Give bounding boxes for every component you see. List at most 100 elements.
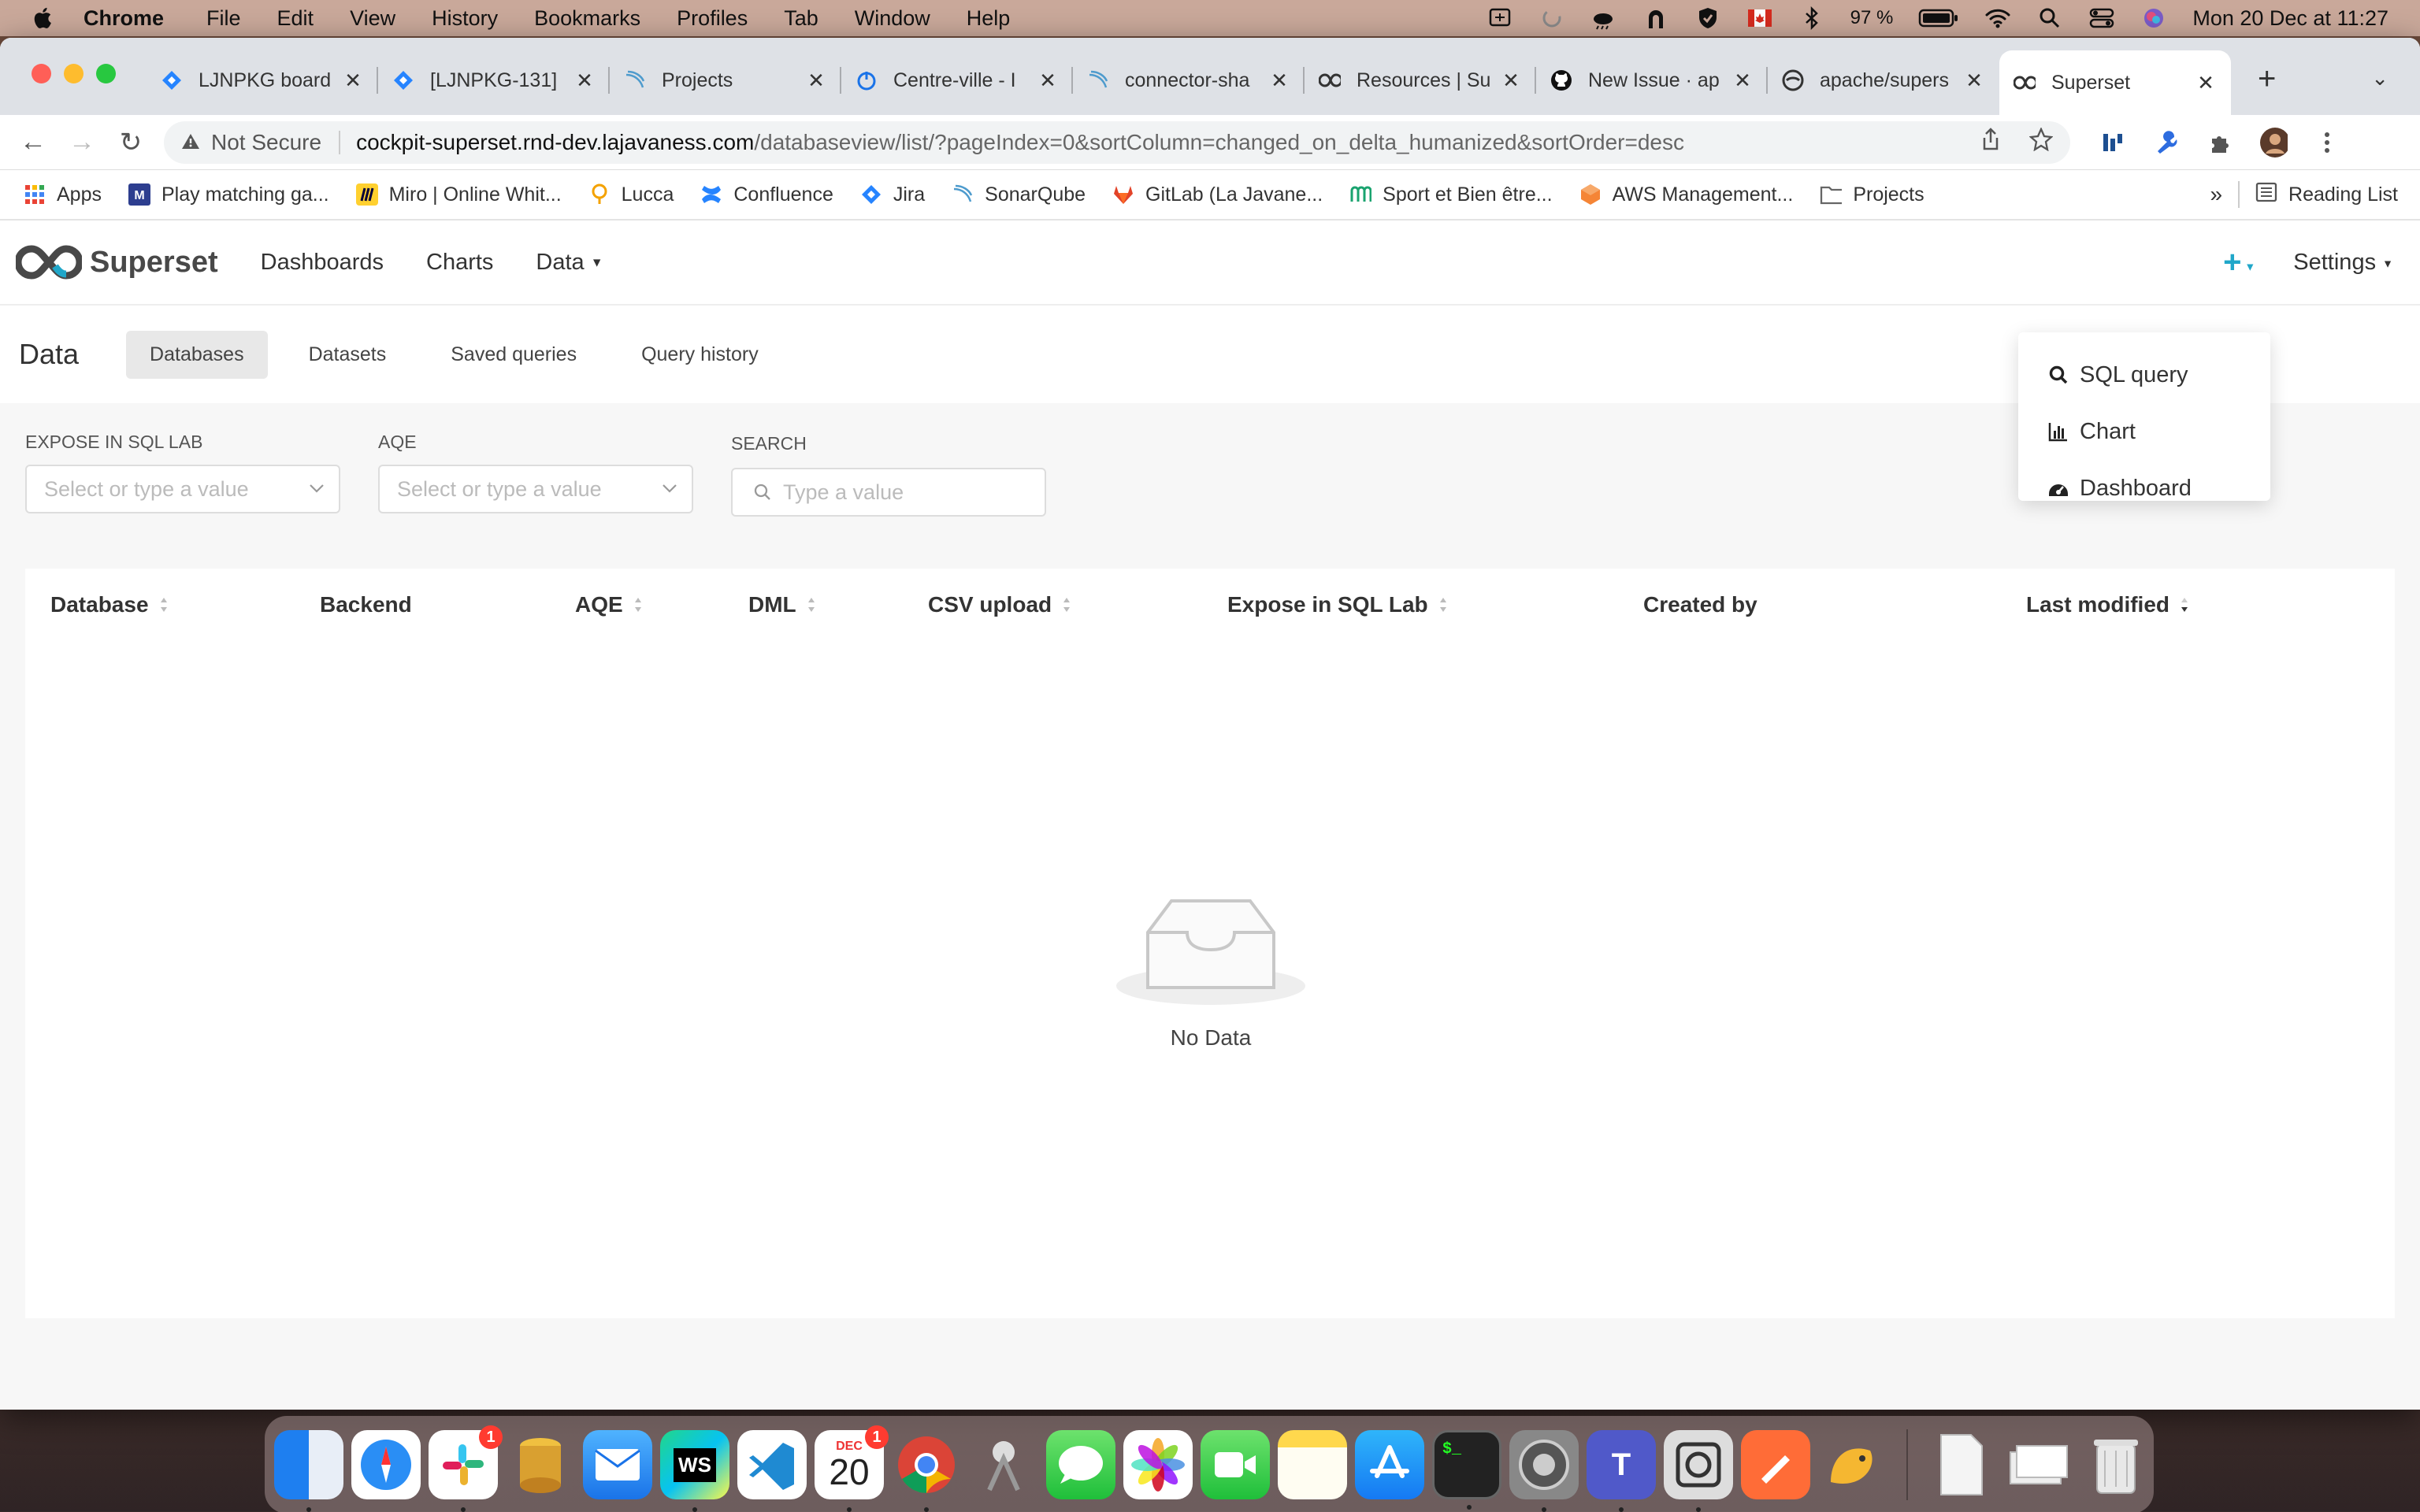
menu-bookmarks[interactable]: Bookmarks bbox=[534, 6, 640, 31]
chrome-menu-icon[interactable] bbox=[2313, 128, 2341, 157]
address-bar[interactable]: Not Secure cockpit-superset.rnd-dev.laja… bbox=[164, 120, 2070, 164]
bookmark-projects-folder[interactable]: Projects bbox=[1820, 183, 1924, 206]
minimize-window-button[interactable] bbox=[64, 64, 84, 83]
menu-edit[interactable]: Edit bbox=[277, 6, 314, 31]
bookmark-gitlab[interactable]: GitLab (La Javane... bbox=[1112, 183, 1323, 206]
apple-icon[interactable] bbox=[30, 4, 57, 32]
dock-finder-icon[interactable] bbox=[274, 1430, 343, 1512]
tab-datasets[interactable]: Datasets bbox=[285, 331, 410, 379]
bookmark-star-icon[interactable] bbox=[2028, 127, 2054, 157]
dock-facetime-icon[interactable] bbox=[1201, 1430, 1270, 1499]
bookmark-sport[interactable]: Sport et Bien être... bbox=[1349, 183, 1553, 206]
dock-document-icon[interactable] bbox=[1927, 1430, 1996, 1499]
nav-dashboards[interactable]: Dashboards bbox=[261, 250, 384, 276]
close-tab-icon[interactable]: ✕ bbox=[1037, 69, 1059, 93]
battery-icon[interactable] bbox=[1918, 5, 1959, 32]
spotlight-icon[interactable] bbox=[2036, 5, 2063, 32]
dock-trash-icon[interactable] bbox=[2081, 1430, 2151, 1499]
dock-app-store-icon[interactable] bbox=[1355, 1430, 1424, 1499]
siri-icon[interactable] bbox=[2140, 5, 2167, 32]
tab-ljnpkg-131[interactable]: [LJNPKG-131] ✕ bbox=[378, 53, 610, 108]
forward-icon[interactable]: → bbox=[66, 127, 98, 158]
column-dml[interactable]: DML bbox=[748, 592, 815, 617]
tab-saved-queries[interactable]: Saved queries bbox=[427, 331, 600, 379]
bookmark-play-matching[interactable]: M Play matching ga... bbox=[128, 183, 329, 206]
tab-centre-ville[interactable]: Centre-ville - I ✕ bbox=[841, 53, 1073, 108]
bookmark-aws[interactable]: AWS Management... bbox=[1579, 183, 1793, 206]
tab-new-issue[interactable]: New Issue · ap ✕ bbox=[1536, 53, 1768, 108]
menu-help[interactable]: Help bbox=[967, 6, 1011, 31]
expose-in-sql-lab-select[interactable]: Select or type a value bbox=[25, 465, 340, 513]
tab-projects[interactable]: Projects ✕ bbox=[610, 53, 841, 108]
dock-mail-icon[interactable] bbox=[583, 1430, 652, 1499]
dock-sequel-pro-icon[interactable] bbox=[506, 1430, 575, 1499]
new-tab-button[interactable]: + bbox=[2258, 61, 2276, 97]
close-tab-icon[interactable]: ✕ bbox=[1268, 69, 1290, 93]
menu-chrome[interactable]: Chrome bbox=[84, 6, 164, 31]
dropdown-chart[interactable]: Chart bbox=[2018, 403, 2270, 460]
tab-resources[interactable]: Resources | Su ✕ bbox=[1305, 53, 1536, 108]
close-window-button[interactable] bbox=[32, 64, 51, 83]
dock-chrome-icon[interactable] bbox=[892, 1430, 961, 1512]
loading-icon[interactable] bbox=[1538, 5, 1565, 32]
dock-photos-icon[interactable] bbox=[1123, 1430, 1193, 1499]
menu-profiles[interactable]: Profiles bbox=[677, 6, 748, 31]
menu-file[interactable]: File bbox=[206, 6, 241, 31]
dock-xcode-instruments-icon[interactable] bbox=[969, 1430, 1038, 1499]
bookmark-miro[interactable]: Miro | Online Whit... bbox=[355, 183, 562, 206]
bookmark-confluence[interactable]: Confluence bbox=[700, 183, 833, 206]
tab-databases[interactable]: Databases bbox=[126, 330, 268, 379]
column-csv-upload[interactable]: CSV upload bbox=[928, 592, 1071, 617]
bookmark-lucca[interactable]: Lucca bbox=[588, 183, 674, 206]
dock-notes-icon[interactable] bbox=[1278, 1430, 1347, 1499]
profile-avatar[interactable] bbox=[2259, 127, 2288, 158]
reading-list-button[interactable]: Reading List bbox=[2288, 183, 2398, 206]
bluetooth-icon[interactable] bbox=[1798, 5, 1825, 32]
dock-messages-icon[interactable] bbox=[1046, 1430, 1115, 1499]
back-icon[interactable]: ← bbox=[17, 127, 49, 158]
menubar-clock[interactable]: Mon 20 Dec at 11:27 bbox=[2192, 6, 2388, 31]
dock-webstorm-icon[interactable]: WS bbox=[660, 1430, 729, 1512]
dock-tableplus-icon[interactable] bbox=[1818, 1430, 1887, 1499]
control-center-icon[interactable] bbox=[2088, 5, 2115, 32]
dock-slack-icon[interactable]: 1 bbox=[429, 1425, 503, 1512]
dock-teams-icon[interactable]: T bbox=[1587, 1430, 1656, 1512]
dock-downloads-stack-icon[interactable] bbox=[2004, 1430, 2073, 1499]
dock-vscode-icon[interactable] bbox=[737, 1430, 807, 1499]
bookmark-jira[interactable]: Jira bbox=[860, 183, 925, 206]
tab-query-history[interactable]: Query history bbox=[618, 331, 782, 379]
tab-apache-superset[interactable]: apache/supers ✕ bbox=[1768, 53, 1999, 108]
tab-ljnpkg-board[interactable]: LJNPKG board ✕ bbox=[147, 53, 378, 108]
search-input[interactable]: Type a value bbox=[731, 468, 1046, 517]
nav-charts[interactable]: Charts bbox=[426, 250, 493, 276]
dock-calendar-icon[interactable]: DEC 20 1 bbox=[815, 1425, 889, 1512]
column-database[interactable]: Database bbox=[50, 592, 168, 617]
superset-logo[interactable]: Superset bbox=[16, 244, 218, 280]
column-last-modified[interactable]: Last modified bbox=[2026, 592, 2188, 617]
menu-view[interactable]: View bbox=[350, 6, 395, 31]
aqe-select[interactable]: Select or type a value bbox=[378, 465, 693, 513]
close-tab-icon[interactable]: ✕ bbox=[805, 69, 827, 93]
extensions-puzzle-icon[interactable] bbox=[2206, 128, 2234, 157]
reload-icon[interactable]: ↻ bbox=[115, 127, 147, 158]
dock-system-preferences-icon[interactable] bbox=[1509, 1430, 1579, 1512]
bookmark-sonarqube[interactable]: SonarQube bbox=[952, 183, 1086, 206]
dropdown-dashboard[interactable]: Dashboard bbox=[2018, 460, 2270, 517]
tab-superset[interactable]: Superset ✕ bbox=[1999, 50, 2231, 115]
menu-history[interactable]: History bbox=[432, 6, 498, 31]
bookmarks-overflow-button[interactable]: » bbox=[2210, 182, 2222, 207]
bookmark-apps[interactable]: Apps bbox=[24, 183, 102, 206]
extension-wrench-icon[interactable] bbox=[2152, 128, 2181, 157]
tab-search-chevron-icon[interactable]: ⌄ bbox=[2371, 66, 2388, 91]
settings-menu[interactable]: Settings ▼ bbox=[2293, 250, 2393, 276]
close-tab-icon[interactable]: ✕ bbox=[1500, 69, 1522, 93]
close-tab-icon[interactable]: ✕ bbox=[573, 69, 596, 93]
close-tab-icon[interactable]: ✕ bbox=[1731, 69, 1754, 93]
not-secure-label[interactable]: Not Secure bbox=[211, 130, 321, 155]
screen-share-icon[interactable] bbox=[1487, 5, 1513, 32]
dock-safari-icon[interactable] bbox=[351, 1430, 421, 1499]
new-plus-button[interactable]: + ▼ bbox=[2223, 245, 2255, 280]
weather-icon[interactable] bbox=[1590, 5, 1617, 32]
extension-bars-icon[interactable] bbox=[2099, 128, 2127, 157]
column-expose-in-sql-lab[interactable]: Expose in SQL Lab bbox=[1227, 592, 1447, 617]
